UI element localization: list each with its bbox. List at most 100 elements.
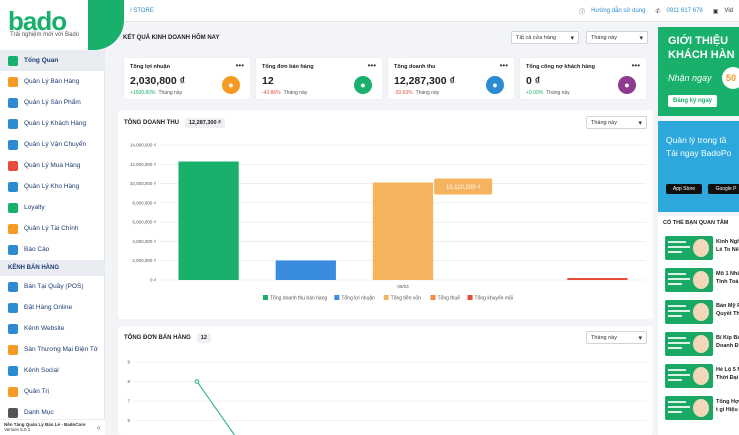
today-period-select[interactable]: Tháng này (586, 31, 648, 44)
sidebar-item-marketplace[interactable]: Sàn Thương Mại Điện Tử (0, 339, 105, 360)
article-title-line2: Tinh Toá (716, 279, 739, 285)
hotline[interactable]: 0911 617 678 (666, 8, 702, 14)
article-item[interactable]: Hé Lộ 5 M Thời Đại (665, 364, 739, 390)
article-title: Mô 1 Nhà Tinh Toá (716, 270, 739, 286)
article-title: Bí Kíp Bá Doanh Đi (716, 334, 739, 350)
article-item[interactable]: Bán Mỹ P Quyết Th (665, 300, 739, 326)
article-title-line2: Lẻ To Nê (716, 247, 739, 253)
y-tick-label: 8,000,000 ₫ (132, 200, 156, 205)
more-options-icon[interactable]: ••• (632, 61, 640, 70)
thumb-line (668, 342, 690, 344)
thumb-line (668, 241, 686, 243)
sidebar-item-pos[interactable]: Bán Tại Quầy (POS) (0, 276, 105, 297)
article-thumbnail (665, 300, 713, 324)
sidebar-item-label: Bán Tại Quầy (POS) (24, 283, 84, 290)
sidebar-item-label: Quản Lý Mua Hàng (24, 162, 81, 169)
sidebar-item-product[interactable]: Quản Lý Sản Phẩm (0, 92, 105, 113)
app-store-button[interactable]: App Store (666, 184, 702, 194)
sidebar-item-report[interactable]: Báo Cáo (0, 239, 105, 260)
thumb-line (668, 315, 682, 317)
sidebar-item-label: Quản Lý Bán Hàng (24, 78, 80, 85)
article-item[interactable]: Mô 1 Nhà Tinh Toá (665, 268, 739, 294)
kpi-card[interactable]: Tổng công nợ khách hàng ••• 0 ₫ +0.00% Tháng… (519, 57, 647, 100)
finance-icon (8, 223, 18, 234)
legend-label: Tổng lợi nhuận (341, 295, 375, 302)
more-options-icon[interactable]: ••• (368, 61, 376, 70)
kpi-card[interactable]: Tổng doanh thu ••• 12,287,300 ₫ -20.63% Thán… (387, 57, 515, 100)
thumb-line (668, 406, 690, 408)
legend-swatch (334, 295, 340, 300)
breadcrumb-store[interactable]: / STORE (130, 8, 154, 14)
thumb-portrait (693, 239, 709, 257)
kpi-change-percent: +1500.80% (130, 90, 156, 96)
thumb-line (668, 283, 682, 285)
sidebar-item-admin[interactable]: Quản Trị (0, 381, 105, 402)
kpi-card[interactable]: Tổng lợi nhuận ••• 2,030,800 ₫ +1500.80% Thá… (123, 57, 251, 100)
customer-icon (8, 118, 18, 129)
kpi-change-percent: +0.00% (526, 90, 544, 96)
store-filter-select[interactable]: Tất cả cửa hàng (511, 31, 579, 44)
more-options-icon[interactable]: ••• (236, 61, 244, 70)
kpi-period: Tháng này (283, 90, 308, 96)
orders-chart-card: TỔNG ĐƠN BÁN HÀNG 12 Tháng này 6789 (118, 326, 653, 435)
sidebar-item-finance[interactable]: Quản Lý Tài Chính (0, 218, 105, 239)
help-icon[interactable]: ⓘ (579, 7, 585, 16)
article-title-line2: t gì Hiệu (716, 407, 738, 413)
revenue-bar-chart: 0 ₫ 2,000,000 ₫ 4,000,000 ₫ 6,000,000 ₫ 8,00… (130, 143, 646, 302)
collapse-sidebar-icon[interactable]: « (97, 423, 101, 432)
sidebar-item-website[interactable]: Kênh Website (0, 318, 105, 339)
article-item[interactable]: Bí Kíp Bá Doanh Đi (665, 332, 739, 358)
sidebar-item-online-order[interactable]: Đặt Hàng Online (0, 297, 105, 318)
more-options-icon[interactable]: ••• (500, 61, 508, 70)
sidebar-item-social[interactable]: Kênh Social (0, 360, 105, 381)
legend-swatch (467, 295, 473, 300)
x-tick-label: 06/03 (397, 284, 409, 289)
legend-swatch (383, 295, 389, 300)
topbar: ⌂ / STORE ⓘHướng dẫn sử dụng ✆0911 617 6… (105, 0, 739, 22)
thumb-line (668, 251, 682, 253)
google-play-button[interactable]: Google P (708, 184, 739, 194)
thumb-line (668, 347, 682, 349)
help-link[interactable]: Hướng dẫn sử dụng (591, 8, 645, 14)
sidebar-item-loyalty[interactable]: Loyalty (0, 197, 105, 218)
article-item[interactable]: Kinh Ngh Lẻ To Nê (665, 236, 739, 262)
sidebar-item-cart[interactable]: Quản Lý Mua Hàng (0, 155, 105, 176)
logo-tagline: Trải nghiệm mới với Bado (10, 32, 80, 38)
sidebar-item-dashboard[interactable]: Tổng Quan (0, 50, 105, 71)
kpi-change-percent: -42.86% (262, 90, 281, 96)
y-tick-label: 12,000,000 ₫ (130, 162, 156, 167)
sidebar-item-sales[interactable]: Quản Lý Bán Hàng (0, 71, 105, 92)
y-tick-label: 8 (127, 379, 130, 384)
sidebar-item-customer[interactable]: Quản Lý Khách Hàng (0, 113, 105, 134)
article-title-line2: Doanh Đi (716, 343, 739, 349)
cart-icon (8, 160, 18, 171)
article-thumbnail (665, 396, 713, 420)
article-title-line1: Tổng Hợ (716, 399, 739, 405)
article-title: Bán Mỹ P Quyết Th (716, 302, 739, 318)
y-tick-label: 7 (127, 399, 130, 404)
kpi-title: Tổng đơn bán hàng (262, 64, 314, 70)
article-title-line1: Hé Lộ 5 M (716, 367, 739, 373)
bar-4 (567, 278, 628, 280)
kpi-title: Tổng công nợ khách hàng (526, 64, 595, 70)
promo-line1: GIỚI THIỆU (668, 35, 729, 47)
sidebar-item-warehouse[interactable]: Quản Lý Kho Hàng (0, 176, 105, 197)
article-title-line1: Bí Kíp Bá (716, 335, 739, 341)
sidebar-item-truck[interactable]: Quản Lý Vận Chuyển (0, 134, 105, 155)
video-link[interactable]: Vid (724, 8, 733, 14)
article-title: Kinh Ngh Lẻ To Nê (716, 238, 739, 254)
y-tick-label: 2,000,000 ₫ (132, 258, 156, 263)
referral-promo-banner[interactable]: GIỚI THIỆU KHÁCH HÀN Nhận ngay 50 Đăng k… (658, 27, 739, 116)
legend-swatch (430, 295, 436, 300)
pos-icon (8, 281, 18, 292)
kpi-period: Tháng này (158, 90, 183, 96)
kpi-card[interactable]: Tổng đơn bán hàng ••• 12 -42.86% Tháng này ● (255, 57, 383, 100)
app-download-banner[interactable]: Quản lý trong tầ Tải ngay BadoPo App Sto… (658, 121, 739, 212)
sidebar-item-label: Quản Lý Kho Hàng (24, 183, 80, 190)
logo-area[interactable]: bado Trải nghiệm mới với Bado (0, 0, 125, 50)
revenue-chart-card: TỔNG DOANH THU 12,287,300 ₫ Tháng này 0 … (118, 110, 653, 319)
legend-label: Tổng doanh thu bán hàng (270, 295, 327, 302)
article-item[interactable]: Tổng Hợ t gì Hiệu (665, 396, 739, 422)
kpi-value: 12 (262, 75, 274, 87)
promo-register-button[interactable]: Đăng ký ngay (668, 95, 718, 107)
